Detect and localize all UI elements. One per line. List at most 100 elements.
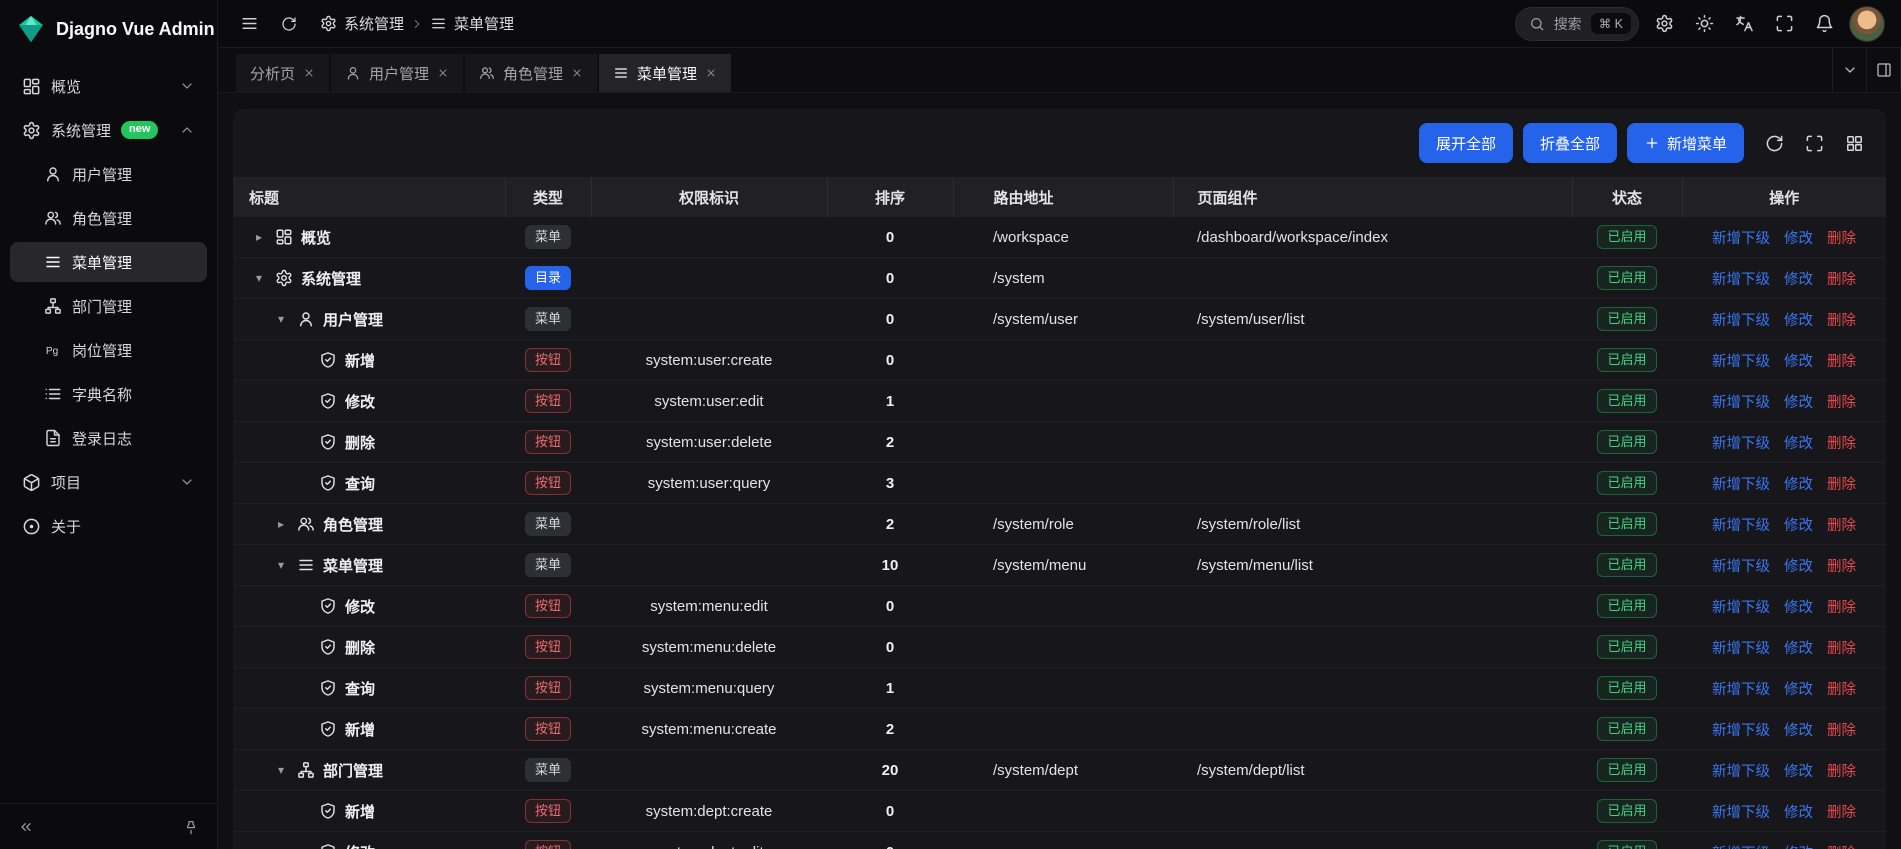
op-delete[interactable]: 删除 <box>1827 436 1856 452</box>
op-edit[interactable]: 修改 <box>1784 518 1813 534</box>
op-edit[interactable]: 修改 <box>1784 682 1813 698</box>
op-add-child[interactable]: 新增下级 <box>1712 477 1770 493</box>
sidebar-item-project[interactable]: 项目 <box>10 462 207 502</box>
column-header-route[interactable]: 路由地址 <box>953 177 1173 217</box>
op-add-child[interactable]: 新增下级 <box>1712 313 1770 329</box>
notifications-button[interactable] <box>1807 7 1841 41</box>
op-edit[interactable]: 修改 <box>1784 559 1813 575</box>
op-edit[interactable]: 修改 <box>1784 231 1813 247</box>
op-add-child[interactable]: 新增下级 <box>1712 600 1770 616</box>
op-delete[interactable]: 删除 <box>1827 477 1856 493</box>
add-menu-button[interactable]: 新增菜单 <box>1627 123 1744 163</box>
user-avatar[interactable] <box>1849 6 1885 42</box>
op-edit[interactable]: 修改 <box>1784 395 1813 411</box>
column-header-status[interactable]: 状态 <box>1572 177 1682 217</box>
tab-user[interactable]: 用户管理 <box>331 54 463 92</box>
op-edit[interactable]: 修改 <box>1784 354 1813 370</box>
sidebar-item-menu[interactable]: 菜单管理 <box>10 242 207 282</box>
op-delete[interactable]: 删除 <box>1827 764 1856 780</box>
tab-close-icon[interactable] <box>437 67 449 79</box>
sidebar-item-about[interactable]: 关于 <box>10 506 207 546</box>
op-add-child[interactable]: 新增下级 <box>1712 395 1770 411</box>
sidebar-item-log[interactable]: 登录日志 <box>10 418 207 458</box>
theme-button[interactable] <box>1687 7 1721 41</box>
search-input[interactable]: 搜索 ⌘ K <box>1515 7 1639 41</box>
op-add-child[interactable]: 新增下级 <box>1712 723 1770 739</box>
op-add-child[interactable]: 新增下级 <box>1712 764 1770 780</box>
op-delete[interactable]: 删除 <box>1827 600 1856 616</box>
op-delete[interactable]: 删除 <box>1827 313 1856 329</box>
fullscreen-button[interactable] <box>1767 7 1801 41</box>
tree-toggle[interactable]: ▾ <box>249 271 269 285</box>
tree-toggle[interactable]: ▸ <box>249 230 269 244</box>
op-add-child[interactable]: 新增下级 <box>1712 805 1770 821</box>
sidebar-item-dept[interactable]: 部门管理 <box>10 286 207 326</box>
tab-close-icon[interactable] <box>303 67 315 79</box>
sidebar-item-overview[interactable]: 概览 <box>10 66 207 106</box>
op-add-child[interactable]: 新增下级 <box>1712 272 1770 288</box>
breadcrumb-item[interactable]: 菜单管理 <box>430 13 514 34</box>
app-logo[interactable]: Djagno Vue Admin <box>0 0 217 58</box>
op-edit[interactable]: 修改 <box>1784 477 1813 493</box>
tab-close-icon[interactable] <box>571 67 583 79</box>
tab-role[interactable]: 角色管理 <box>465 54 597 92</box>
op-delete[interactable]: 删除 <box>1827 559 1856 575</box>
op-edit[interactable]: 修改 <box>1784 723 1813 739</box>
column-header-perm[interactable]: 权限标识 <box>591 177 827 217</box>
sidebar-item-user[interactable]: 用户管理 <box>10 154 207 194</box>
tab-panel-button[interactable] <box>1867 48 1901 92</box>
op-delete[interactable]: 删除 <box>1827 518 1856 534</box>
op-delete[interactable]: 删除 <box>1827 231 1856 247</box>
table-refresh-button[interactable] <box>1756 125 1792 161</box>
op-delete[interactable]: 删除 <box>1827 395 1856 411</box>
op-delete[interactable]: 删除 <box>1827 272 1856 288</box>
language-button[interactable] <box>1727 7 1761 41</box>
sidebar-item-system[interactable]: 系统管理new <box>10 110 207 150</box>
breadcrumb-item[interactable]: 系统管理 <box>320 13 404 34</box>
op-edit[interactable]: 修改 <box>1784 641 1813 657</box>
tree-toggle[interactable]: ▸ <box>271 517 291 531</box>
op-add-child[interactable]: 新增下级 <box>1712 518 1770 534</box>
sidebar-pin-button[interactable] <box>175 811 207 843</box>
op-edit[interactable]: 修改 <box>1784 764 1813 780</box>
op-add-child[interactable]: 新增下级 <box>1712 231 1770 247</box>
column-header-sort[interactable]: 排序 <box>827 177 953 217</box>
op-edit[interactable]: 修改 <box>1784 272 1813 288</box>
sidebar-item-role[interactable]: 角色管理 <box>10 198 207 238</box>
op-delete[interactable]: 删除 <box>1827 682 1856 698</box>
op-add-child[interactable]: 新增下级 <box>1712 559 1770 575</box>
page-refresh-button[interactable] <box>272 7 306 41</box>
sidebar-collapse-button[interactable] <box>10 811 42 843</box>
column-header-ops[interactable]: 操作 <box>1682 177 1886 217</box>
op-edit[interactable]: 修改 <box>1784 436 1813 452</box>
op-add-child[interactable]: 新增下级 <box>1712 436 1770 452</box>
op-edit[interactable]: 修改 <box>1784 600 1813 616</box>
collapse-all-button[interactable]: 折叠全部 <box>1523 123 1617 163</box>
op-edit[interactable]: 修改 <box>1784 313 1813 329</box>
column-header-type[interactable]: 类型 <box>505 177 591 217</box>
tab-analysis[interactable]: 分析页 <box>236 54 329 92</box>
sidebar-toggle-button[interactable] <box>232 7 266 41</box>
op-edit[interactable]: 修改 <box>1784 846 1813 849</box>
sidebar-item-dict[interactable]: 字典名称 <box>10 374 207 414</box>
op-delete[interactable]: 删除 <box>1827 846 1856 849</box>
op-add-child[interactable]: 新增下级 <box>1712 682 1770 698</box>
op-add-child[interactable]: 新增下级 <box>1712 641 1770 657</box>
column-header-title[interactable]: 标题 <box>233 177 505 217</box>
op-delete[interactable]: 删除 <box>1827 805 1856 821</box>
op-delete[interactable]: 删除 <box>1827 723 1856 739</box>
op-delete[interactable]: 删除 <box>1827 641 1856 657</box>
tab-menu[interactable]: 菜单管理 <box>599 54 731 92</box>
settings-button[interactable] <box>1647 7 1681 41</box>
table-columns-button[interactable] <box>1836 125 1872 161</box>
expand-all-button[interactable]: 展开全部 <box>1419 123 1513 163</box>
op-delete[interactable]: 删除 <box>1827 354 1856 370</box>
tree-toggle[interactable]: ▾ <box>271 763 291 777</box>
op-add-child[interactable]: 新增下级 <box>1712 354 1770 370</box>
table-fullscreen-button[interactable] <box>1796 125 1832 161</box>
tree-toggle[interactable]: ▾ <box>271 312 291 326</box>
column-header-comp[interactable]: 页面组件 <box>1173 177 1572 217</box>
sidebar-item-post[interactable]: Pg岗位管理 <box>10 330 207 370</box>
tab-close-icon[interactable] <box>705 67 717 79</box>
op-add-child[interactable]: 新增下级 <box>1712 846 1770 849</box>
